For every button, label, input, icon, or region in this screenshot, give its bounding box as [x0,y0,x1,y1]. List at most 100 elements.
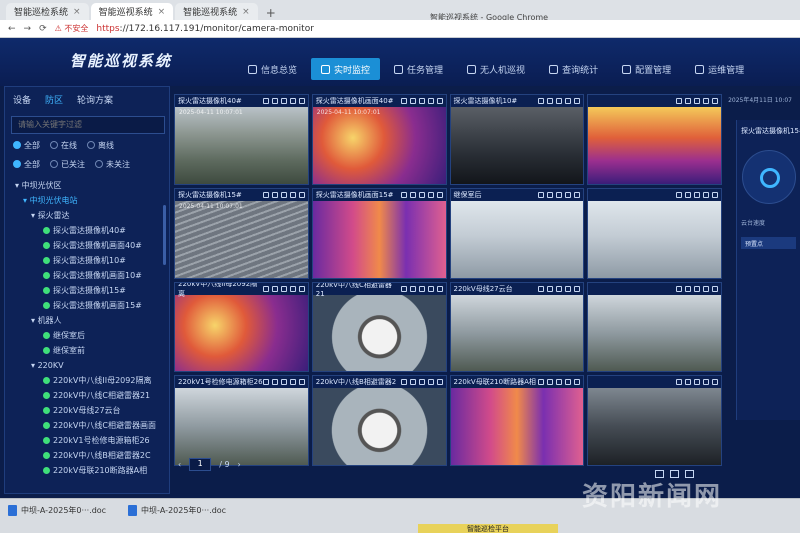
tree-node-group2[interactable]: ▾ 机器人 [11,313,163,328]
nav-item-4[interactable]: 查询统计 [539,58,608,80]
mic-icon[interactable] [400,191,407,198]
close-icon[interactable] [574,98,581,104]
fullscreen-icon[interactable] [289,285,296,292]
camera-cell[interactable]: 探火雷达摄像机40# 2025-04-11 10:07:01 [174,94,309,185]
nav-item-1[interactable]: 实时监控 [311,58,381,80]
close-icon[interactable] [712,191,718,198]
fullscreen-icon[interactable] [703,285,709,292]
address-bar[interactable]: ← → ⟳ ⚠ 不安全 https://172.16.117.191/monit… [0,20,800,38]
tree-node-root[interactable]: ▾ 中坝光伏区 [11,178,163,193]
close-icon[interactable] [712,285,718,292]
tab-devices[interactable]: 设备 [13,93,31,106]
tab-zones[interactable]: 防区 [45,93,63,106]
fullscreen-icon[interactable] [565,379,572,386]
record-icon[interactable] [409,379,416,386]
tree-item-camera[interactable]: 探火雷达摄像机画面10# [11,268,163,283]
follow-all[interactable]: 全部 [13,159,40,170]
tree-item-camera[interactable]: 探火雷达摄像机40# [11,223,163,238]
snapshot-icon[interactable] [556,98,563,104]
camera-cell[interactable]: 探火雷达摄像机画面15# [311,187,447,279]
tree-item-camera[interactable]: 220kV母联210断路器A相 [11,463,163,478]
snapshot-icon[interactable] [280,285,287,292]
record-icon[interactable] [271,285,278,292]
tree-item-camera[interactable]: 继保室前 [11,343,163,358]
record-icon[interactable] [685,285,691,292]
close-icon[interactable]: × [158,7,166,17]
security-warning[interactable]: ⚠ 不安全 [55,23,89,34]
fullscreen-icon[interactable] [427,98,434,104]
record-icon[interactable] [409,285,416,292]
tree-item-camera[interactable]: 探火雷达摄像机画面40# [11,238,163,253]
browser-tab-2[interactable]: 智能巡视系统 × [90,3,174,20]
tree-item-camera[interactable]: 探火雷达摄像机10# [11,253,163,268]
camera-cell[interactable]: 220kV1号检修电源箱柜26 [174,375,309,466]
record-icon[interactable] [271,191,278,198]
ptz-joystick[interactable] [741,150,796,204]
tree-node-station[interactable]: ▾ 中坝光伏电站 [11,193,163,208]
close-icon[interactable] [298,191,305,198]
mic-icon[interactable] [400,98,407,104]
filter-offline[interactable]: 离线 [87,140,114,151]
mic-icon[interactable] [400,379,407,386]
record-icon[interactable] [271,379,278,386]
nav-item-6[interactable]: 运维管理 [685,58,754,80]
snapshot-icon[interactable] [418,379,425,386]
close-icon[interactable] [574,191,581,198]
joystick-center-icon[interactable] [759,168,780,188]
record-icon[interactable] [271,98,278,104]
mic-icon[interactable] [538,285,545,292]
camera-cell[interactable]: 220kV中八线B相避雷器2 [311,375,447,466]
close-icon[interactable] [436,191,443,198]
search-input[interactable] [11,115,165,134]
follow-no[interactable]: 未关注 [95,159,130,170]
snapshot-icon[interactable] [556,285,563,292]
snapshot-icon[interactable] [280,98,287,104]
camera-cell[interactable] [587,375,722,466]
filter-all[interactable]: 全部 [13,140,40,151]
mic-icon[interactable] [676,191,682,198]
snapshot-icon[interactable] [556,191,563,198]
camera-cell[interactable]: 继保室后 [449,187,585,279]
mic-icon[interactable] [262,191,269,198]
fullscreen-icon[interactable] [289,379,296,386]
camera-cell[interactable]: 220kV中八线II母2092隔离 [174,281,309,373]
close-icon[interactable] [298,379,305,386]
record-icon[interactable] [685,98,691,104]
sidebar-scrollbar[interactable] [163,205,166,265]
url-text[interactable]: https://172.16.117.191/monitor/camera-mo… [96,24,314,34]
mic-icon[interactable] [538,379,545,386]
tree-item-camera[interactable]: 探火雷达摄像机画面15# [11,298,163,313]
mic-icon[interactable] [676,379,682,386]
browser-tab-1[interactable]: 智能巡检系统 × [6,3,89,20]
browser-tab-3[interactable]: 智能巡视系统 × [175,3,258,20]
nav-item-0[interactable]: 信息总览 [238,58,307,80]
close-icon[interactable] [574,379,581,386]
snapshot-icon[interactable] [280,379,287,386]
snapshot-icon[interactable] [694,285,700,292]
close-icon[interactable] [298,285,305,292]
camera-cell[interactable] [587,94,722,185]
nav-item-3[interactable]: 无人机巡视 [457,58,535,80]
tree-item-camera[interactable]: 220kV中八线C相避雷器21 [11,388,163,403]
fullscreen-icon[interactable] [703,98,709,104]
camera-cell[interactable]: 探火雷达摄像机10# [449,94,585,185]
snapshot-icon[interactable] [694,379,700,386]
fullscreen-icon[interactable] [703,191,709,198]
forward-icon[interactable]: → [24,24,32,34]
fullscreen-icon[interactable] [289,191,296,198]
record-icon[interactable] [547,98,554,104]
follow-yes[interactable]: 已关注 [50,159,85,170]
fullscreen-icon[interactable] [427,379,434,386]
close-icon[interactable]: × [242,7,250,17]
tree-item-camera[interactable]: 220kV中八线B相避雷器2C [11,448,163,463]
fullscreen-icon[interactable] [427,191,434,198]
tree-item-camera[interactable]: 220kV中八线II母2092隔离 [11,373,163,388]
close-icon[interactable] [712,98,718,104]
camera-cell[interactable]: 探火雷达摄像机画面40# 2025-04-11 10:07:01 [311,94,447,185]
record-icon[interactable] [547,379,554,386]
record-icon[interactable] [409,191,416,198]
record-icon[interactable] [547,191,554,198]
tree-item-camera[interactable]: 220kV母线27云台 [11,403,163,418]
close-icon[interactable] [712,379,718,386]
mic-icon[interactable] [262,98,269,104]
